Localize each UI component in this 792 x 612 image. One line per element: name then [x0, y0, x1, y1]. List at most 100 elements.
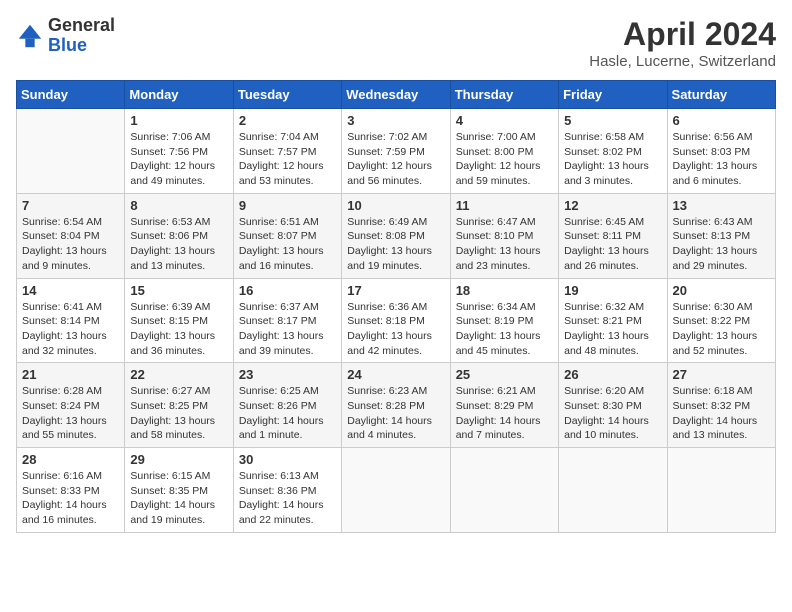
calendar-cell: 24 Sunrise: 6:23 AM Sunset: 8:28 PM Dayli…	[342, 363, 450, 448]
day-info: Sunrise: 6:20 AM Sunset: 8:30 PM Dayligh…	[564, 384, 661, 443]
day-info: Sunrise: 6:21 AM Sunset: 8:29 PM Dayligh…	[456, 384, 553, 443]
day-number: 4	[456, 113, 553, 128]
day-info: Sunrise: 6:27 AM Sunset: 8:25 PM Dayligh…	[130, 384, 227, 443]
calendar-cell: 15 Sunrise: 6:39 AM Sunset: 8:15 PM Dayli…	[125, 278, 233, 363]
day-number: 3	[347, 113, 444, 128]
location: Hasle, Lucerne, Switzerland	[589, 53, 776, 70]
day-number: 7	[22, 198, 119, 213]
day-number: 15	[130, 283, 227, 298]
calendar-cell: 4 Sunrise: 7:00 AM Sunset: 8:00 PM Daylig…	[450, 109, 558, 194]
day-info: Sunrise: 6:37 AM Sunset: 8:17 PM Dayligh…	[239, 300, 336, 359]
weekday-header: Saturday	[667, 81, 775, 109]
day-info: Sunrise: 6:36 AM Sunset: 8:18 PM Dayligh…	[347, 300, 444, 359]
day-info: Sunrise: 7:02 AM Sunset: 7:59 PM Dayligh…	[347, 130, 444, 189]
day-number: 14	[22, 283, 119, 298]
logo-icon	[16, 22, 44, 50]
day-info: Sunrise: 6:47 AM Sunset: 8:10 PM Dayligh…	[456, 215, 553, 274]
day-info: Sunrise: 6:58 AM Sunset: 8:02 PM Dayligh…	[564, 130, 661, 189]
day-number: 11	[456, 198, 553, 213]
calendar-cell: 19 Sunrise: 6:32 AM Sunset: 8:21 PM Dayli…	[559, 278, 667, 363]
day-number: 30	[239, 452, 336, 467]
day-info: Sunrise: 6:15 AM Sunset: 8:35 PM Dayligh…	[130, 469, 227, 528]
day-number: 17	[347, 283, 444, 298]
calendar-cell: 12 Sunrise: 6:45 AM Sunset: 8:11 PM Dayli…	[559, 193, 667, 278]
day-info: Sunrise: 6:18 AM Sunset: 8:32 PM Dayligh…	[673, 384, 770, 443]
day-number: 6	[673, 113, 770, 128]
calendar-cell: 30 Sunrise: 6:13 AM Sunset: 8:36 PM Dayli…	[233, 448, 341, 533]
day-number: 2	[239, 113, 336, 128]
day-info: Sunrise: 6:49 AM Sunset: 8:08 PM Dayligh…	[347, 215, 444, 274]
day-number: 22	[130, 367, 227, 382]
title-block: April 2024 Hasle, Lucerne, Switzerland	[589, 16, 776, 70]
calendar-cell: 16 Sunrise: 6:37 AM Sunset: 8:17 PM Dayli…	[233, 278, 341, 363]
day-info: Sunrise: 6:28 AM Sunset: 8:24 PM Dayligh…	[22, 384, 119, 443]
calendar-cell	[559, 448, 667, 533]
calendar-cell: 9Sunrise: 6:51 AM Sunset: 8:07 PM Daylig…	[233, 193, 341, 278]
day-info: Sunrise: 6:25 AM Sunset: 8:26 PM Dayligh…	[239, 384, 336, 443]
calendar-cell: 5 Sunrise: 6:58 AM Sunset: 8:02 PM Daylig…	[559, 109, 667, 194]
day-info: Sunrise: 6:13 AM Sunset: 8:36 PM Dayligh…	[239, 469, 336, 528]
page-header: General Blue April 2024 Hasle, Lucerne, …	[16, 16, 776, 70]
day-number: 12	[564, 198, 661, 213]
calendar-week-row: 21Sunrise: 6:28 AM Sunset: 8:24 PM Dayli…	[17, 363, 776, 448]
calendar-cell: 2Sunrise: 7:04 AM Sunset: 7:57 PM Daylig…	[233, 109, 341, 194]
calendar-table: SundayMondayTuesdayWednesdayThursdayFrid…	[16, 80, 776, 533]
calendar-cell: 8 Sunrise: 6:53 AM Sunset: 8:06 PM Daylig…	[125, 193, 233, 278]
calendar-cell	[342, 448, 450, 533]
day-info: Sunrise: 6:41 AM Sunset: 8:14 PM Dayligh…	[22, 300, 119, 359]
day-number: 10	[347, 198, 444, 213]
calendar-cell: 22 Sunrise: 6:27 AM Sunset: 8:25 PM Dayli…	[125, 363, 233, 448]
month-year: April 2024	[589, 16, 776, 53]
day-number: 19	[564, 283, 661, 298]
day-info: Sunrise: 6:54 AM Sunset: 8:04 PM Dayligh…	[22, 215, 119, 274]
calendar-cell: 28Sunrise: 6:16 AM Sunset: 8:33 PM Dayli…	[17, 448, 125, 533]
day-info: Sunrise: 6:23 AM Sunset: 8:28 PM Dayligh…	[347, 384, 444, 443]
calendar-cell: 13Sunrise: 6:43 AM Sunset: 8:13 PM Dayli…	[667, 193, 775, 278]
weekday-header: Wednesday	[342, 81, 450, 109]
day-number: 16	[239, 283, 336, 298]
day-number: 24	[347, 367, 444, 382]
calendar-cell: 29 Sunrise: 6:15 AM Sunset: 8:35 PM Dayli…	[125, 448, 233, 533]
calendar-cell: 21Sunrise: 6:28 AM Sunset: 8:24 PM Dayli…	[17, 363, 125, 448]
calendar-cell: 27 Sunrise: 6:18 AM Sunset: 8:32 PM Dayli…	[667, 363, 775, 448]
day-number: 20	[673, 283, 770, 298]
weekday-header-row: SundayMondayTuesdayWednesdayThursdayFrid…	[17, 81, 776, 109]
calendar-week-row: 7 Sunrise: 6:54 AM Sunset: 8:04 PM Daylig…	[17, 193, 776, 278]
day-info: Sunrise: 6:56 AM Sunset: 8:03 PM Dayligh…	[673, 130, 770, 189]
day-info: Sunrise: 6:34 AM Sunset: 8:19 PM Dayligh…	[456, 300, 553, 359]
calendar-cell: 6 Sunrise: 6:56 AM Sunset: 8:03 PM Daylig…	[667, 109, 775, 194]
calendar-cell: 25Sunrise: 6:21 AM Sunset: 8:29 PM Dayli…	[450, 363, 558, 448]
day-number: 13	[673, 198, 770, 213]
calendar-cell: 3 Sunrise: 7:02 AM Sunset: 7:59 PM Daylig…	[342, 109, 450, 194]
logo-text: General Blue	[48, 16, 115, 56]
calendar-cell: 23 Sunrise: 6:25 AM Sunset: 8:26 PM Dayli…	[233, 363, 341, 448]
calendar-week-row: 1 Sunrise: 7:06 AM Sunset: 7:56 PM Daylig…	[17, 109, 776, 194]
calendar-cell: 14 Sunrise: 6:41 AM Sunset: 8:14 PM Dayli…	[17, 278, 125, 363]
weekday-header: Sunday	[17, 81, 125, 109]
day-number: 28	[22, 452, 119, 467]
day-number: 23	[239, 367, 336, 382]
day-info: Sunrise: 6:45 AM Sunset: 8:11 PM Dayligh…	[564, 215, 661, 274]
calendar-cell: 10 Sunrise: 6:49 AM Sunset: 8:08 PM Dayli…	[342, 193, 450, 278]
day-number: 27	[673, 367, 770, 382]
day-info: Sunrise: 6:39 AM Sunset: 8:15 PM Dayligh…	[130, 300, 227, 359]
day-number: 26	[564, 367, 661, 382]
day-number: 9	[239, 198, 336, 213]
day-info: Sunrise: 6:53 AM Sunset: 8:06 PM Dayligh…	[130, 215, 227, 274]
day-number: 29	[130, 452, 227, 467]
calendar-cell	[450, 448, 558, 533]
day-info: Sunrise: 7:00 AM Sunset: 8:00 PM Dayligh…	[456, 130, 553, 189]
calendar-week-row: 14 Sunrise: 6:41 AM Sunset: 8:14 PM Dayli…	[17, 278, 776, 363]
day-number: 5	[564, 113, 661, 128]
day-number: 8	[130, 198, 227, 213]
calendar-cell: 1 Sunrise: 7:06 AM Sunset: 7:56 PM Daylig…	[125, 109, 233, 194]
day-info: Sunrise: 7:06 AM Sunset: 7:56 PM Dayligh…	[130, 130, 227, 189]
calendar-cell: 17 Sunrise: 6:36 AM Sunset: 8:18 PM Dayli…	[342, 278, 450, 363]
logo: General Blue	[16, 16, 115, 56]
calendar-cell: 20Sunrise: 6:30 AM Sunset: 8:22 PM Dayli…	[667, 278, 775, 363]
calendar-cell	[17, 109, 125, 194]
day-number: 1	[130, 113, 227, 128]
calendar-cell: 26 Sunrise: 6:20 AM Sunset: 8:30 PM Dayli…	[559, 363, 667, 448]
day-info: Sunrise: 6:32 AM Sunset: 8:21 PM Dayligh…	[564, 300, 661, 359]
calendar-cell: 11 Sunrise: 6:47 AM Sunset: 8:10 PM Dayli…	[450, 193, 558, 278]
